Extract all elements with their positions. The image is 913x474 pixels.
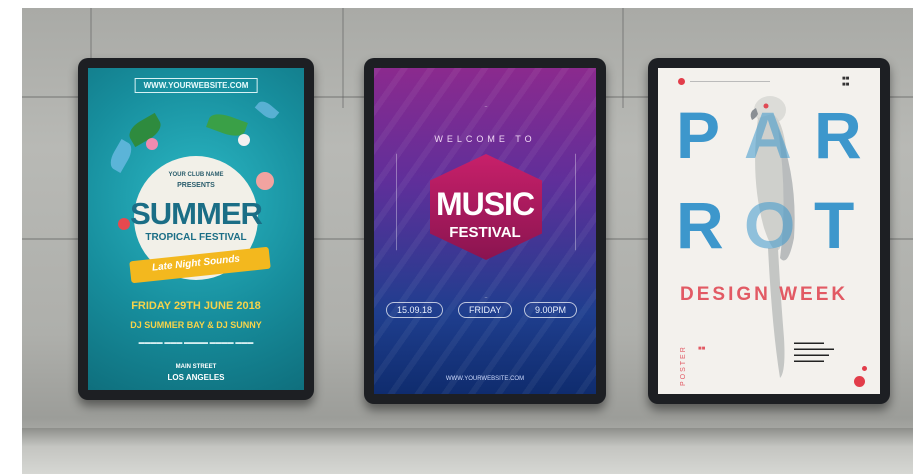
- poster-frame-parrot: ■■ ■■ P R R T A O DESIGN WEEK POSTER ■■ ▬…: [648, 58, 890, 404]
- welcome-text: WELCOME TO: [434, 134, 536, 144]
- poster-letter: A: [744, 98, 792, 172]
- logo-mark: ■■: [698, 346, 706, 352]
- palm-leaf-decoration: [125, 112, 165, 148]
- poster-title: SUMMER: [130, 196, 263, 231]
- info-block: ▬▬▬▬▬▬ ▬▬▬▬▬▬▬▬ ▬▬▬▬▬▬▬ ▬▬▬▬▬▬: [794, 340, 834, 364]
- parrot-tail: [768, 248, 785, 378]
- city-name: LOS ANGELES: [167, 373, 225, 382]
- poster-letter: T: [814, 188, 855, 262]
- poster-title: MUSIC: [435, 186, 535, 222]
- flower-decoration: [146, 138, 158, 150]
- music-festival-poster: WELCOME TO MUSIC FESTIVAL 15.09.18 FRIDA…: [374, 68, 596, 394]
- hummingbird-decoration: [106, 139, 136, 173]
- poster-letter: R: [676, 188, 724, 262]
- red-dot: [862, 366, 867, 371]
- presents-text: PRESENTS: [177, 182, 215, 189]
- day-pill: FRIDAY: [458, 302, 513, 318]
- poster-url: WWW.YOURWEBSITE.COM: [134, 78, 258, 93]
- summer-festival-poster: WWW.YOURWEBSITE.COM YOUR CLUB NAME PRESE…: [88, 68, 304, 390]
- poster-tagline: DESIGN WEEK: [680, 284, 849, 305]
- dj-lineup: DJ SUMMER BAY & DJ SUNNY: [130, 320, 262, 330]
- red-dot: [678, 78, 685, 85]
- corner-mark: ■■ ■■: [842, 76, 850, 88]
- parrot-design-week-poster: ■■ ■■ P R R T A O DESIGN WEEK POSTER ■■ ▬…: [658, 68, 880, 394]
- club-name: YOUR CLUB NAME: [168, 172, 224, 178]
- poster-subtitle: FESTIVAL: [449, 224, 521, 241]
- side-label: POSTER: [680, 345, 687, 386]
- poster-frame-summer: WWW.YOURWEBSITE.COM YOUR CLUB NAME PRESE…: [78, 58, 314, 400]
- poster-letter: R: [814, 98, 862, 172]
- flower-decoration: [238, 134, 250, 146]
- event-date: FRIDAY 29TH JUNE 2018: [131, 300, 261, 312]
- red-dot: [854, 376, 865, 387]
- poster-subtitle: TROPICAL FESTIVAL: [145, 232, 247, 243]
- wall-seam: [622, 8, 624, 108]
- poster-letter: P: [676, 98, 721, 172]
- street-name: MAIN STREET: [175, 364, 217, 370]
- subway-wall-scene: WWW.YOURWEBSITE.COM YOUR CLUB NAME PRESE…: [22, 8, 913, 474]
- date-pill: 15.09.18: [386, 302, 444, 318]
- platform-ledge: [22, 428, 913, 474]
- poster-frame-music: WELCOME TO MUSIC FESTIVAL 15.09.18 FRIDA…: [364, 58, 606, 404]
- poster-url: WWW.YOURWEBSITE.COM: [445, 376, 525, 382]
- header-rule: [690, 81, 770, 82]
- hummingbird-decoration: [254, 98, 280, 122]
- time-pill: 9.00PM: [524, 302, 578, 318]
- wall-seam: [342, 8, 344, 108]
- poster-letter: O: [744, 188, 796, 262]
- address-line: ▬▬▬▬ ▬▬▬ ▬▬▬▬ ▬▬▬▬ ▬▬▬: [138, 340, 254, 346]
